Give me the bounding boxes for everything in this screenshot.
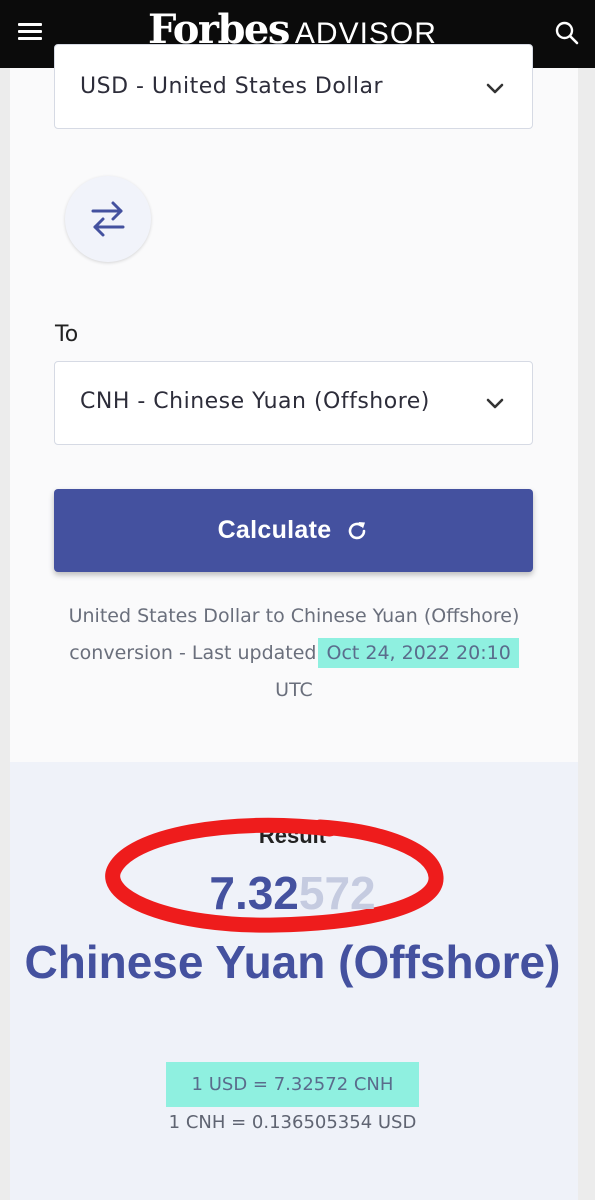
swap-currencies-button[interactable] (65, 176, 151, 262)
calculate-button[interactable]: Calculate (54, 489, 533, 572)
result-value-main: 7.32 (209, 867, 299, 919)
result-value: 7.32572 (0, 866, 585, 920)
forward-rate-text: 1 USD = 7.32572 CNH (165, 1062, 420, 1107)
from-currency-value: USD - United States Dollar (80, 74, 384, 99)
calculate-button-label: Calculate (217, 516, 332, 544)
result-value-fade: 572 (298, 867, 376, 919)
update-suffix: UTC (275, 679, 313, 701)
from-currency-select[interactable]: USD - United States Dollar (54, 44, 533, 129)
search-icon[interactable] (554, 20, 580, 46)
chevron-down-icon (486, 398, 504, 409)
swap-arrows-icon (91, 201, 125, 237)
last-updated-note: United States Dollar to Chinese Yuan (Of… (40, 598, 548, 709)
hamburger-menu-icon[interactable] (18, 20, 44, 42)
refresh-icon (349, 521, 366, 539)
to-currency-select[interactable]: CNH - Chinese Yuan (Offshore) (54, 361, 533, 445)
forward-rate: 1 USD = 7.32572 CNH (0, 1062, 585, 1107)
chevron-down-icon (486, 83, 504, 94)
to-label: To (55, 322, 79, 347)
to-currency-value: CNH - Chinese Yuan (Offshore) (80, 389, 430, 414)
update-date: Oct 24, 2022 20:10 (318, 638, 519, 668)
reverse-rate: 1 CNH = 0.136505354 USD (168, 1112, 417, 1133)
result-currency-name: Chinese Yuan (Offshore) (24, 936, 561, 988)
